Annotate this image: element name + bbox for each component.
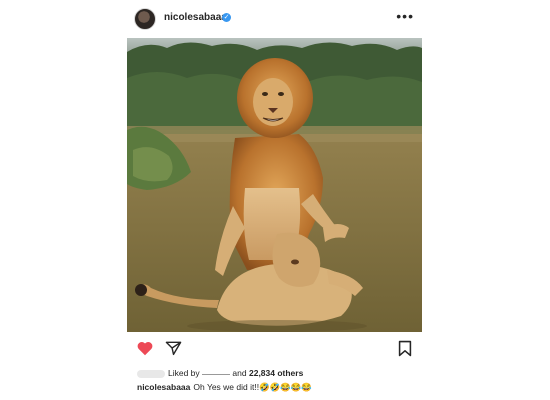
- avatar[interactable]: [134, 8, 156, 30]
- liker-avatars: [137, 369, 165, 378]
- likes-connector: and: [232, 368, 247, 378]
- liked-by-prefix: Liked by: [168, 368, 200, 378]
- heart-icon[interactable]: [136, 340, 154, 361]
- post-header: nicolesabaaa ✓ •••: [127, 6, 422, 32]
- likes-summary[interactable]: Liked by and 22,834 others: [137, 368, 303, 378]
- bookmark-icon[interactable]: [398, 340, 412, 362]
- caption-username[interactable]: nicolesabaaa: [137, 382, 190, 392]
- direct-share-icon[interactable]: [165, 340, 182, 361]
- instagram-post: nicolesabaaa ✓ ••• Liked by and 22,834 o…: [127, 0, 422, 400]
- post-caption: nicolesabaaa Oh Yes we did it!!🤣🤣😂😂😂: [137, 382, 312, 393]
- post-actions: [127, 340, 422, 360]
- redacted-username: [202, 373, 231, 375]
- verified-badge-icon: ✓: [222, 13, 231, 22]
- post-username[interactable]: nicolesabaaa: [164, 12, 227, 23]
- caption-text: Oh Yes we did it!!🤣🤣😂😂😂: [193, 382, 312, 392]
- likes-count[interactable]: 22,834 others: [249, 368, 303, 378]
- more-options-icon[interactable]: •••: [396, 9, 414, 23]
- post-photo[interactable]: [127, 38, 422, 332]
